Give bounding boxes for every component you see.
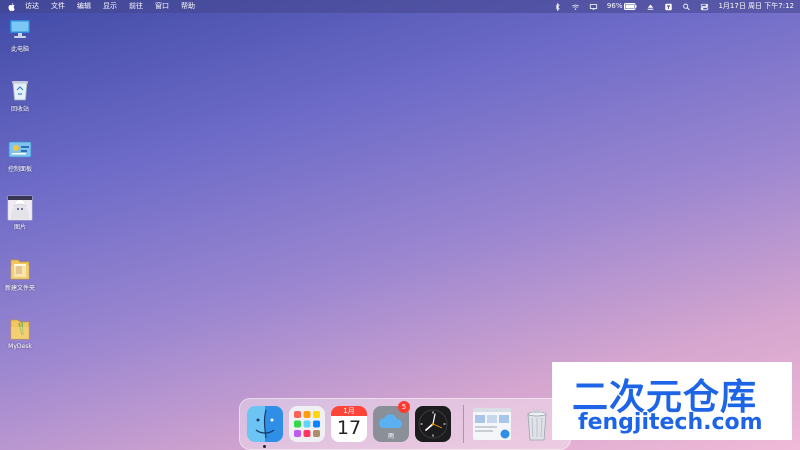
dock-separator [463, 405, 464, 443]
battery-status[interactable]: 96% [607, 0, 638, 13]
watermark-url: fengjitech.com [578, 410, 763, 435]
dock-clock[interactable] [415, 406, 451, 442]
wifi-icon[interactable] [571, 3, 580, 11]
desktop-icon-label: 控制面板 [7, 166, 32, 173]
desktop-icon-label: 图片 [13, 224, 26, 231]
dock-weather[interactable]: 雨 5 [373, 401, 410, 442]
input-method-icon[interactable] [664, 3, 673, 11]
desktop-icon-label: 此电脑 [10, 46, 29, 53]
eject-icon[interactable] [646, 3, 655, 11]
dock-calendar[interactable]: 1月 17 [331, 406, 367, 442]
desktop-icon-control-panel[interactable]: 控制面板 [2, 137, 38, 173]
menu-item-view[interactable]: 显示 [103, 0, 117, 13]
anime-picture-icon [7, 195, 33, 221]
finder-icon [247, 406, 283, 442]
menu-item-file[interactable]: 文件 [51, 0, 65, 13]
menubar-clock[interactable]: 1月17日 周日 下午7:12 [718, 0, 794, 13]
dock-launchpad[interactable] [289, 406, 325, 442]
folder-icon [10, 259, 30, 280]
trash-icon [527, 409, 547, 441]
desktop-icon-new-folder[interactable]: 新建文件夹 [2, 256, 38, 292]
recycle-bin-icon [12, 81, 28, 101]
desktop-icon-mydesk[interactable]: MyDesk [2, 316, 38, 350]
dock: 1月 17 雨 5 [239, 398, 571, 450]
computer-icon [10, 20, 30, 38]
desktop-icon-picture[interactable]: 图片 [2, 195, 38, 231]
weather-text: 雨 [387, 433, 394, 440]
desktop-icon-label: 新建文件夹 [4, 285, 35, 292]
running-indicator [263, 445, 266, 448]
menu-item-window[interactable]: 窗口 [155, 0, 169, 13]
desktop-icon-this-pc[interactable]: 此电脑 [2, 17, 38, 53]
folder-icon [10, 319, 30, 340]
desktop-icon-label: 回收站 [10, 106, 29, 113]
clock-icon [418, 409, 448, 439]
window-thumbnail-icon [473, 408, 511, 439]
menu-bar: 访达 文件 编辑 显示 前往 窗口 帮助 96% 1月17日 周日 下午7:12 [0, 0, 800, 13]
apple-logo-icon[interactable] [8, 2, 15, 11]
notification-badge: 5 [398, 401, 410, 413]
battery-icon [624, 3, 637, 10]
control-center-icon[interactable] [700, 3, 709, 11]
search-icon[interactable] [682, 3, 691, 11]
desktop-icon-recycle-bin[interactable]: 回收站 [2, 77, 38, 113]
calendar-day: 17 [336, 417, 362, 439]
menu-item-help[interactable]: 帮助 [181, 0, 195, 13]
menu-item-finder[interactable]: 访达 [25, 0, 39, 13]
dock-finder[interactable] [247, 406, 283, 442]
control-panel-icon [8, 141, 32, 158]
dock-window-preview[interactable] [473, 408, 511, 440]
battery-percent: 96% [606, 2, 623, 10]
menu-item-edit[interactable]: 编辑 [77, 0, 91, 13]
display-icon[interactable] [589, 3, 598, 11]
dock-trash[interactable] [519, 406, 555, 442]
launchpad-icon [294, 411, 320, 437]
watermark: 二次元仓库 fengjitech.com [552, 362, 792, 440]
menu-item-go[interactable]: 前往 [129, 0, 143, 13]
bluetooth-icon[interactable] [553, 2, 562, 11]
desktop-icon-label: MyDesk [8, 343, 32, 350]
calendar-month: 1月 [331, 406, 367, 416]
